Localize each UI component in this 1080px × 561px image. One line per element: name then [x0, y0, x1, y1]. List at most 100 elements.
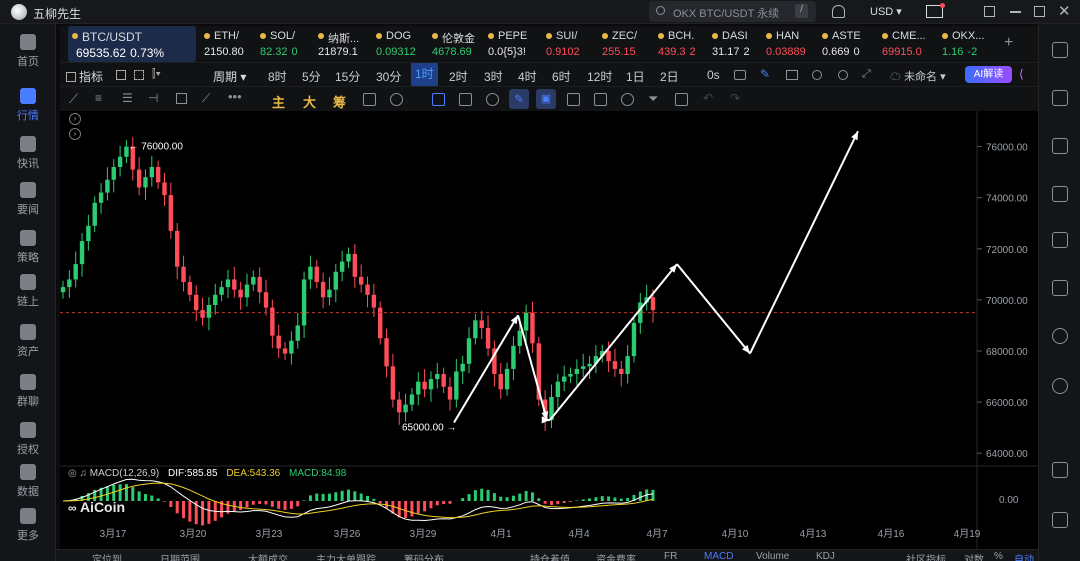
ticker-item[interactable]: 伦敦金 4678.69 [428, 26, 482, 62]
grid-icon[interactable] [134, 70, 144, 80]
ticker-item[interactable]: CME... 69915.0 [878, 26, 932, 62]
filter-icon[interactable]: ⏷ [648, 91, 658, 107]
nav-item-5[interactable]: 链上 [0, 274, 56, 309]
hide-icon[interactable] [594, 93, 607, 106]
ticker-item[interactable]: 纳斯... 21879.1 [314, 26, 368, 62]
exchange-icon[interactable] [1052, 378, 1068, 394]
chips-toggle[interactable]: 筹 [333, 92, 346, 111]
timeframe-4[interactable]: 1时 [411, 63, 438, 86]
timeframe-10[interactable]: 1日 [626, 68, 645, 85]
bottom-tab-13[interactable]: % [994, 551, 1003, 561]
ticker-item[interactable]: DASI 31.17 2 [708, 26, 762, 62]
currency-select[interactable]: USD ▾ [870, 5, 902, 18]
bottom-tab-12[interactable]: 对数 [964, 551, 984, 561]
expand-icon[interactable]: › [69, 128, 81, 140]
magnet-icon[interactable] [432, 93, 445, 106]
layout-panel-icon[interactable] [1052, 462, 1068, 478]
ticker-item[interactable]: PEPE 0.0{5}3! [484, 26, 538, 62]
main-chart-toggle[interactable]: 主 [272, 92, 285, 111]
alert-icon[interactable] [812, 70, 822, 80]
trendline-tool-icon[interactable]: ⟋ [69, 91, 78, 107]
close-icon[interactable]: ✕ [1058, 2, 1071, 20]
bot-icon[interactable] [1052, 328, 1068, 344]
nav-item-4[interactable]: 策略 [0, 230, 56, 265]
bell-icon[interactable] [832, 5, 845, 18]
notes-icon[interactable] [1052, 90, 1068, 106]
draw-mode-icon[interactable]: ✎ [509, 89, 529, 109]
bottom-tab-9[interactable]: Volume [756, 551, 789, 561]
camera-icon[interactable] [734, 70, 746, 80]
template-menu[interactable]: ☁ 未命名 ▾ [890, 68, 946, 84]
nav-item-6[interactable]: 资产 [0, 324, 56, 359]
timeframe-9[interactable]: 12时 [587, 68, 612, 85]
timeframe-7[interactable]: 4时 [518, 68, 537, 85]
ticker-item[interactable]: ASTE 0.669 0 [818, 26, 872, 62]
period-menu[interactable]: 周期 ▾ [213, 68, 246, 85]
timeframe-6[interactable]: 3时 [484, 68, 503, 85]
link-icon[interactable] [621, 93, 634, 106]
nav-item-10[interactable]: 更多 [0, 508, 56, 543]
calc-icon[interactable] [1052, 138, 1068, 154]
timeframe-8[interactable]: 6时 [552, 68, 571, 85]
ticker-item[interactable]: SUI/0.9102 [542, 26, 596, 62]
lock-icon[interactable] [567, 93, 580, 106]
ticker-item[interactable]: DOG 0.09312 [372, 26, 426, 62]
search-input[interactable]: OKX BTC/USDT 永续 / [649, 1, 816, 22]
rect-tool-icon[interactable] [176, 93, 187, 104]
restore-icon[interactable] [1034, 6, 1045, 17]
add-ticker-icon[interactable]: + [1004, 34, 1013, 52]
bottom-tab-11[interactable]: 社区指标 [906, 551, 946, 561]
eye-icon[interactable]: ◎ [68, 468, 77, 479]
bottom-tab-6[interactable]: 资金费率 [596, 551, 636, 561]
brush-tool-icon[interactable]: ⟋ [202, 91, 210, 106]
timeframe-2[interactable]: 15分 [335, 68, 360, 85]
ticker-item[interactable]: ZEC/255.15 [598, 26, 652, 62]
bottom-tab-5[interactable]: 持仓着值 [530, 551, 570, 561]
candle-type-icon[interactable]: ⫿▾ [152, 68, 161, 81]
bottom-tab-10[interactable]: KDJ [816, 551, 835, 561]
image-icon[interactable] [1052, 186, 1068, 202]
redo-icon[interactable]: ↷ [730, 91, 740, 105]
collapse-icon[interactable]: › [69, 113, 81, 125]
screen-icon[interactable] [1052, 232, 1068, 248]
orderbook-icon[interactable] [1052, 42, 1068, 58]
timeframe-1[interactable]: 5分 [302, 68, 321, 85]
more-tools-icon[interactable]: ••• [228, 89, 242, 104]
chat-bubble-icon[interactable] [1052, 512, 1068, 528]
popout-icon[interactable] [984, 6, 995, 17]
bottom-tab-2[interactable]: 大额成交 [248, 551, 288, 561]
timeframe-11[interactable]: 2日 [660, 68, 679, 85]
nav-item-7[interactable]: 群聊 [0, 374, 56, 409]
bottom-tab-7[interactable]: FR [664, 551, 677, 561]
fib-tool-icon[interactable]: ☰ [122, 91, 133, 105]
ticker-item[interactable]: HAN 0.03889 [762, 26, 816, 62]
timeframe-0[interactable]: 8时 [268, 68, 287, 85]
ticker-item[interactable]: BCH. 439.3 2 [654, 26, 708, 62]
list-icon[interactable] [1052, 280, 1068, 296]
macd-bell-icon[interactable]: ♫ [80, 468, 88, 479]
ai-interpret-button[interactable]: AI解读 [965, 66, 1012, 83]
nav-item-2[interactable]: 快讯 [0, 136, 56, 171]
copy-icon[interactable] [363, 93, 376, 106]
eraser-icon[interactable] [390, 93, 403, 106]
zoom-icon[interactable] [486, 93, 499, 106]
bottom-tab-3[interactable]: 主力大单跟踪 [316, 551, 376, 561]
bottom-tab-0[interactable]: 定位到... [92, 551, 130, 561]
timeframe-3[interactable]: 30分 [376, 68, 401, 85]
nav-item-3[interactable]: 要闻 [0, 182, 56, 217]
bottom-tab-4[interactable]: 筹码分布 [404, 551, 444, 561]
pen-icon[interactable]: ✎ [760, 67, 770, 81]
undo-icon[interactable]: ↶ [703, 91, 713, 105]
indicator-menu[interactable]: 指标 [66, 68, 103, 85]
delete-icon[interactable] [675, 93, 688, 106]
ruler-icon[interactable] [459, 93, 472, 106]
chart-canvas[interactable]: 76000.00 74000.00 72000.00 70000.00 68000.00… [60, 111, 1038, 549]
snap-icon[interactable]: ▣ [536, 89, 556, 109]
ticker-item[interactable]: SOL/82.32 0 [256, 26, 310, 62]
large-order-toggle[interactable]: 大 [303, 92, 316, 111]
nav-item-9[interactable]: 数据 [0, 464, 56, 499]
share-icon[interactable]: ⟨ [1019, 67, 1024, 81]
price-chart[interactable]: 76000.00 74000.00 72000.00 70000.00 68000.00… [60, 111, 1038, 549]
parallel-tool-icon[interactable]: ≡ [95, 91, 102, 105]
bottom-tab-8[interactable]: MACD [704, 551, 733, 561]
